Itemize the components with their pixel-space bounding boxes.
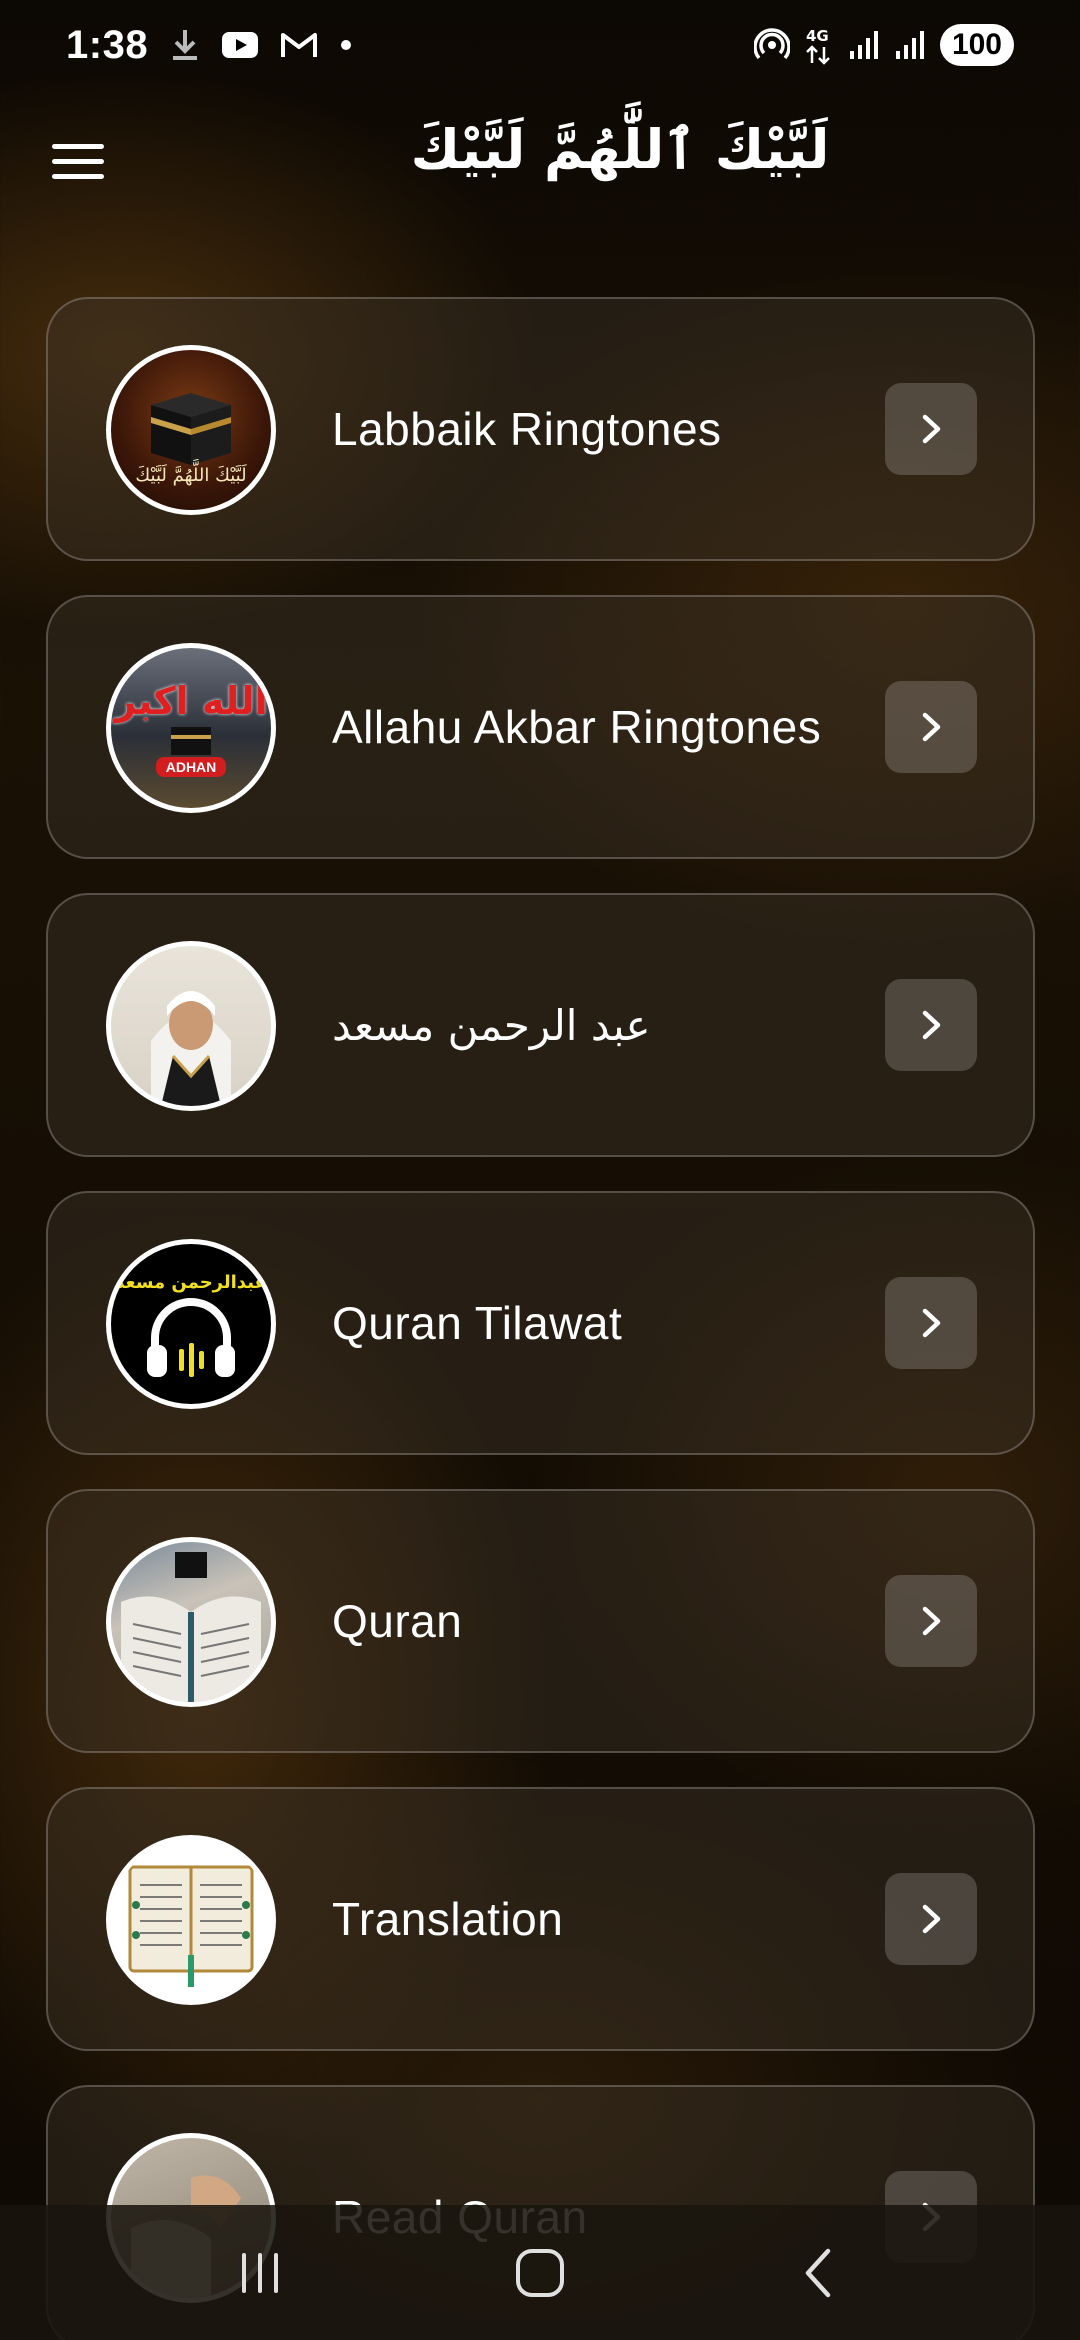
youtube-icon (222, 32, 259, 58)
hotspot-icon (753, 27, 790, 63)
menu-card-label: Labbaik Ringtones (332, 403, 722, 455)
status-right: 4G 100 (753, 24, 1014, 66)
status-left: 1:38 (66, 23, 352, 68)
thumb-caption: الله اكبر (114, 679, 268, 723)
quran-book-thumbnail (106, 1835, 276, 2005)
menu-card-label: Translation (332, 1893, 564, 1945)
recent-apps-icon[interactable] (200, 2223, 320, 2323)
status-time: 1:38 (66, 22, 149, 67)
menu-card-labbaik-ringtones[interactable]: لَبَّيْكَ اللَّهُمَّ لَبَّيْكَ Labbaik R… (46, 297, 1035, 561)
battery-indicator: 100 (939, 24, 1014, 66)
menu-card-quran[interactable]: Quran (46, 1489, 1035, 1753)
hamburger-menu-icon[interactable] (40, 126, 116, 196)
download-icon (170, 28, 200, 62)
open-quran-thumbnail (106, 1537, 276, 1707)
reciter-portrait-thumbnail (106, 941, 276, 1111)
thumb-caption: عبدالرحمن مسعد (115, 1271, 267, 1293)
chevron-right-icon[interactable] (885, 1575, 977, 1667)
page-title: لَبَّيْكَ ٱللَّٰهُمَّ لَبَّيْكَ (410, 118, 830, 181)
menu-card-label: عبد الرحمن مسعد (332, 1000, 651, 1050)
allahu-akbar-thumbnail: الله اكبر ADHAN (106, 643, 276, 813)
headphones-thumbnail: عبدالرحمن مسعد (106, 1239, 276, 1409)
menu-card-label: Allahu Akbar Ringtones (332, 701, 822, 753)
menu-card-reciter[interactable]: عبد الرحمن مسعد (46, 893, 1035, 1157)
menu-card-allahu-akbar-ringtones[interactable]: الله اكبر ADHAN Allahu Akbar Ringtones (46, 595, 1035, 859)
back-icon[interactable] (760, 2223, 880, 2323)
signal-icon-2 (894, 29, 926, 61)
gmail-icon (280, 31, 318, 59)
app-bar: لَبَّيْكَ ٱللَّٰهُمَّ لَبَّيْكَ (0, 100, 1080, 220)
chevron-right-icon[interactable] (885, 383, 977, 475)
adhan-badge: ADHAN (155, 757, 227, 777)
menu-card-label: Quran (332, 1595, 463, 1647)
menu-card-translation[interactable]: Translation (46, 1787, 1035, 2051)
chevron-right-icon[interactable] (885, 1277, 977, 1369)
home-icon[interactable] (480, 2223, 600, 2323)
4g-data-icon: 4G (804, 25, 834, 65)
status-bar: 1:38 4G 100 (0, 0, 1080, 90)
system-nav-bar (0, 2205, 1080, 2340)
chevron-right-icon[interactable] (885, 1873, 977, 1965)
kaaba-thumbnail: لَبَّيْكَ اللَّهُمَّ لَبَّيْكَ (106, 345, 276, 515)
menu-card-label: Quran Tilawat (332, 1297, 623, 1349)
chevron-right-icon[interactable] (885, 979, 977, 1071)
chevron-right-icon[interactable] (885, 681, 977, 773)
menu-card-quran-tilawat[interactable]: عبدالرحمن مسعد Quran Tilawat (46, 1191, 1035, 1455)
dot-icon (340, 39, 352, 51)
thumb-caption: لَبَّيْكَ اللَّهُمَّ لَبَّيْكَ (135, 464, 247, 486)
signal-icon (848, 29, 880, 61)
svg-text:4G: 4G (806, 27, 829, 45)
menu-list: لَبَّيْكَ اللَّهُمَّ لَبَّيْكَ Labbaik R… (46, 297, 1035, 2340)
